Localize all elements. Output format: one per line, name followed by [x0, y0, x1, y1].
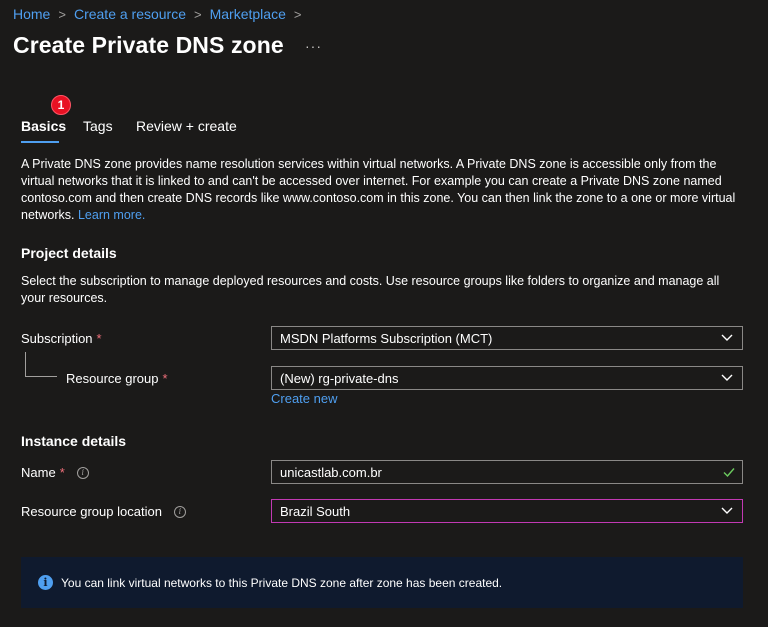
active-tab-indicator — [21, 141, 59, 143]
name-input[interactable]: unicastlab.com.br — [271, 460, 743, 484]
location-label-text: Resource group location — [21, 504, 162, 519]
more-options-button[interactable]: ··· — [305, 38, 322, 54]
info-icon: i — [38, 575, 53, 590]
tab-review-create[interactable]: Review + create — [136, 118, 237, 134]
info-icon[interactable]: i — [76, 466, 89, 479]
chevron-down-icon — [721, 334, 733, 341]
subscription-dropdown[interactable]: MSDN Platforms Subscription (MCT) — [271, 326, 743, 350]
required-asterisk: * — [59, 465, 65, 480]
resource-group-label: Resource group * — [66, 371, 168, 386]
project-details-description: Select the subscription to manage deploy… — [21, 274, 720, 305]
resource-group-dropdown[interactable]: (New) rg-private-dns — [271, 366, 743, 390]
subscription-label: Subscription * — [21, 331, 102, 346]
project-details-heading: Project details — [21, 245, 117, 261]
required-asterisk: * — [96, 331, 102, 346]
create-new-resource-group-link[interactable]: Create new — [271, 391, 337, 406]
tree-connector-vertical — [25, 352, 26, 376]
breadcrumb-separator: > — [293, 6, 302, 22]
tab-basics[interactable]: Basics — [21, 118, 66, 134]
resource-group-value: (New) rg-private-dns — [280, 370, 399, 386]
breadcrumb-home-link[interactable]: Home — [13, 6, 50, 22]
location-label: Resource group location i — [21, 504, 186, 519]
step-badge-1: 1 — [51, 95, 71, 115]
breadcrumb-separator: > — [194, 6, 202, 22]
subscription-value: MSDN Platforms Subscription (MCT) — [280, 330, 493, 346]
chevron-down-icon — [721, 374, 733, 381]
name-input-value: unicastlab.com.br — [280, 464, 382, 480]
page-title: Create Private DNS zone — [13, 32, 284, 58]
subscription-label-text: Subscription — [21, 331, 93, 346]
info-icon[interactable]: i — [173, 505, 186, 518]
chevron-down-icon — [721, 507, 733, 514]
tree-connector-horizontal — [25, 376, 57, 377]
location-dropdown[interactable]: Brazil South — [271, 499, 743, 523]
location-value: Brazil South — [280, 503, 351, 519]
info-banner: i You can link virtual networks to this … — [21, 557, 743, 608]
checkmark-icon — [723, 468, 735, 478]
tab-tags[interactable]: Tags — [83, 118, 113, 134]
breadcrumb: Home > Create a resource > Marketplace > — [13, 5, 309, 23]
breadcrumb-marketplace-link[interactable]: Marketplace — [210, 6, 286, 22]
intro-description: A Private DNS zone provides name resolut… — [21, 156, 746, 224]
resource-group-label-text: Resource group — [66, 371, 159, 386]
instance-details-heading: Instance details — [21, 433, 127, 449]
required-asterisk: * — [162, 371, 168, 386]
name-label-text: Name — [21, 465, 56, 480]
name-label: Name * i — [21, 465, 89, 480]
breadcrumb-separator: > — [58, 6, 66, 22]
breadcrumb-create-resource-link[interactable]: Create a resource — [74, 6, 186, 22]
info-banner-text: You can link virtual networks to this Pr… — [61, 575, 503, 590]
learn-more-link[interactable]: Learn more. — [78, 208, 145, 222]
